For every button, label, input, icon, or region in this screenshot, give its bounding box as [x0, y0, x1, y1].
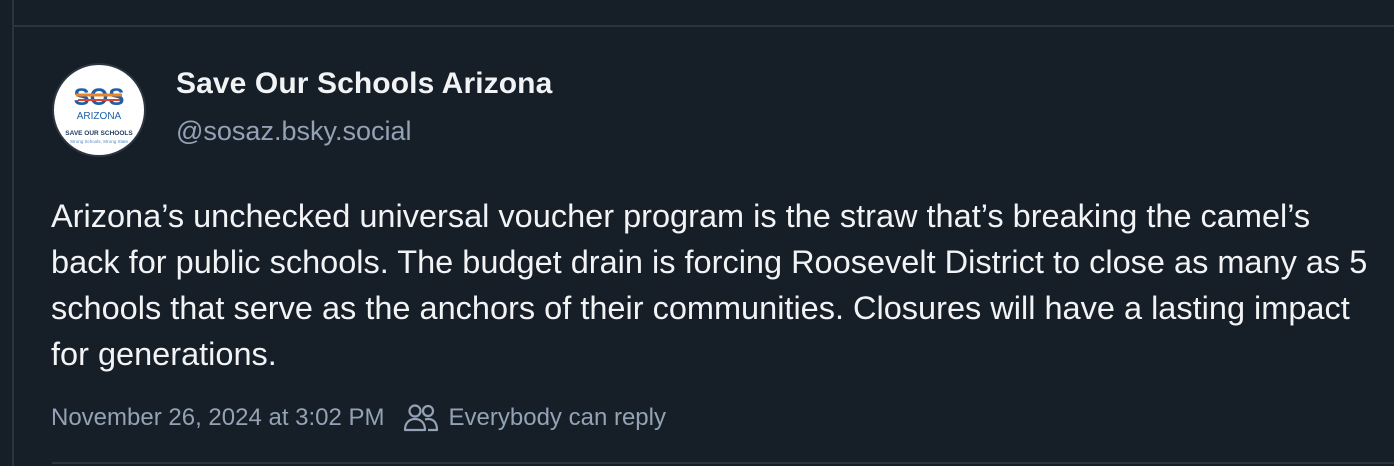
post-card: SOS ARIZONA SAVE OUR SCHOOLS Strong Scho… — [14, 27, 1394, 466]
post-meta: November 26, 2024 at 3:02 PM Everybody c… — [51, 400, 666, 436]
post-body-text: Arizona’s unchecked universal voucher pr… — [51, 198, 1368, 372]
avatar-logo-text: SOS — [74, 84, 125, 111]
author-handle[interactable]: @sosaz.bsky.social — [176, 116, 412, 147]
avatar-caption: SAVE OUR SCHOOLS — [65, 130, 133, 137]
author-display-name[interactable]: Save Our Schools Arizona — [176, 67, 552, 101]
reply-setting-label[interactable]: Everybody can reply — [449, 404, 666, 432]
avatar[interactable]: SOS ARIZONA SAVE OUR SCHOOLS Strong Scho… — [52, 63, 146, 157]
bottom-divider — [52, 462, 1394, 464]
people-icon — [403, 402, 439, 434]
avatar-subtitle: ARIZONA — [77, 111, 122, 122]
sos-arizona-logo: SOS ARIZONA SAVE OUR SCHOOLS Strong Scho… — [65, 84, 133, 144]
post-timestamp[interactable]: November 26, 2024 at 3:02 PM — [51, 404, 385, 432]
avatar-tagline: Strong Schools, Strong State — [70, 139, 129, 144]
